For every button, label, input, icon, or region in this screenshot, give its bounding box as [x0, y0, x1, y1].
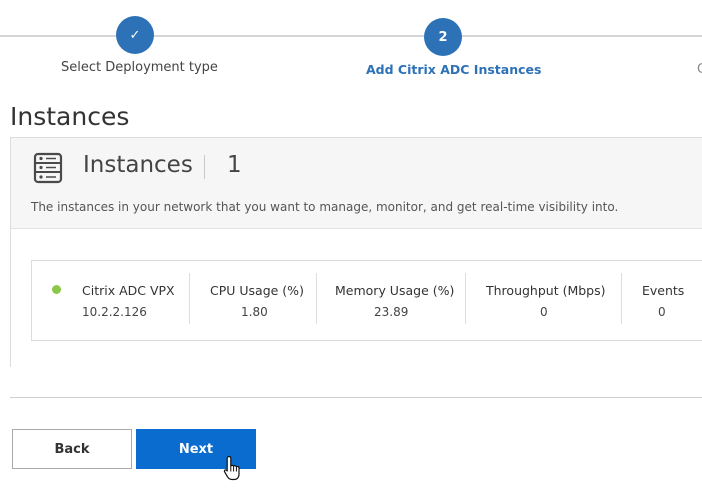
footer-divider — [10, 397, 702, 398]
page-title: Instances — [10, 102, 130, 131]
instance-count: 1 — [227, 152, 242, 178]
events-column: Events 0 — [622, 261, 702, 340]
step-3-label[interactable]: C — [697, 62, 702, 77]
step-2-label[interactable]: Add Citrix ADC Instances — [366, 62, 541, 77]
events-value: 0 — [658, 305, 666, 319]
server-rack-icon — [33, 152, 63, 188]
panel-body: Citrix ADC VPX 10.2.2.126 CPU Usage (%) … — [11, 228, 702, 368]
panel-description: The instances in your network that you w… — [31, 200, 619, 214]
instance-ip: 10.2.2.126 — [82, 305, 147, 319]
memory-usage-value: 23.89 — [374, 305, 409, 319]
throughput-header: Throughput (Mbps) — [486, 283, 606, 298]
step-2-number: 2 — [438, 29, 448, 45]
hand-pointer-cursor-icon — [223, 455, 243, 485]
cpu-usage-column: CPU Usage (%) 1.80 — [190, 261, 316, 340]
instance-type: Citrix ADC VPX — [82, 283, 175, 298]
back-button[interactable]: Back — [12, 429, 132, 469]
step-2-circle[interactable]: 2 — [424, 18, 462, 56]
stepper-line-left — [0, 35, 116, 37]
instances-panel: Instances 1 The instances in your networ… — [10, 137, 702, 368]
cpu-usage-value: 1.80 — [241, 305, 268, 319]
memory-usage-header: Memory Usage (%) — [335, 283, 455, 298]
instance-card[interactable]: Citrix ADC VPX 10.2.2.126 CPU Usage (%) … — [31, 260, 702, 341]
heading-divider — [204, 155, 205, 179]
checkmark-icon: ✓ — [129, 27, 141, 43]
step-1-circle[interactable]: ✓ — [116, 16, 154, 54]
step-1-label[interactable]: Select Deployment type — [61, 60, 218, 75]
stepper-line-right — [462, 35, 702, 37]
cpu-usage-header: CPU Usage (%) — [210, 283, 304, 298]
status-indicator — [52, 285, 61, 294]
memory-usage-column: Memory Usage (%) 23.89 — [317, 261, 465, 340]
throughput-column: Throughput (Mbps) 0 — [466, 261, 621, 340]
events-header: Events — [642, 283, 685, 298]
throughput-value: 0 — [540, 305, 548, 319]
stepper-line-middle — [154, 35, 424, 37]
panel-heading: Instances — [83, 152, 193, 178]
